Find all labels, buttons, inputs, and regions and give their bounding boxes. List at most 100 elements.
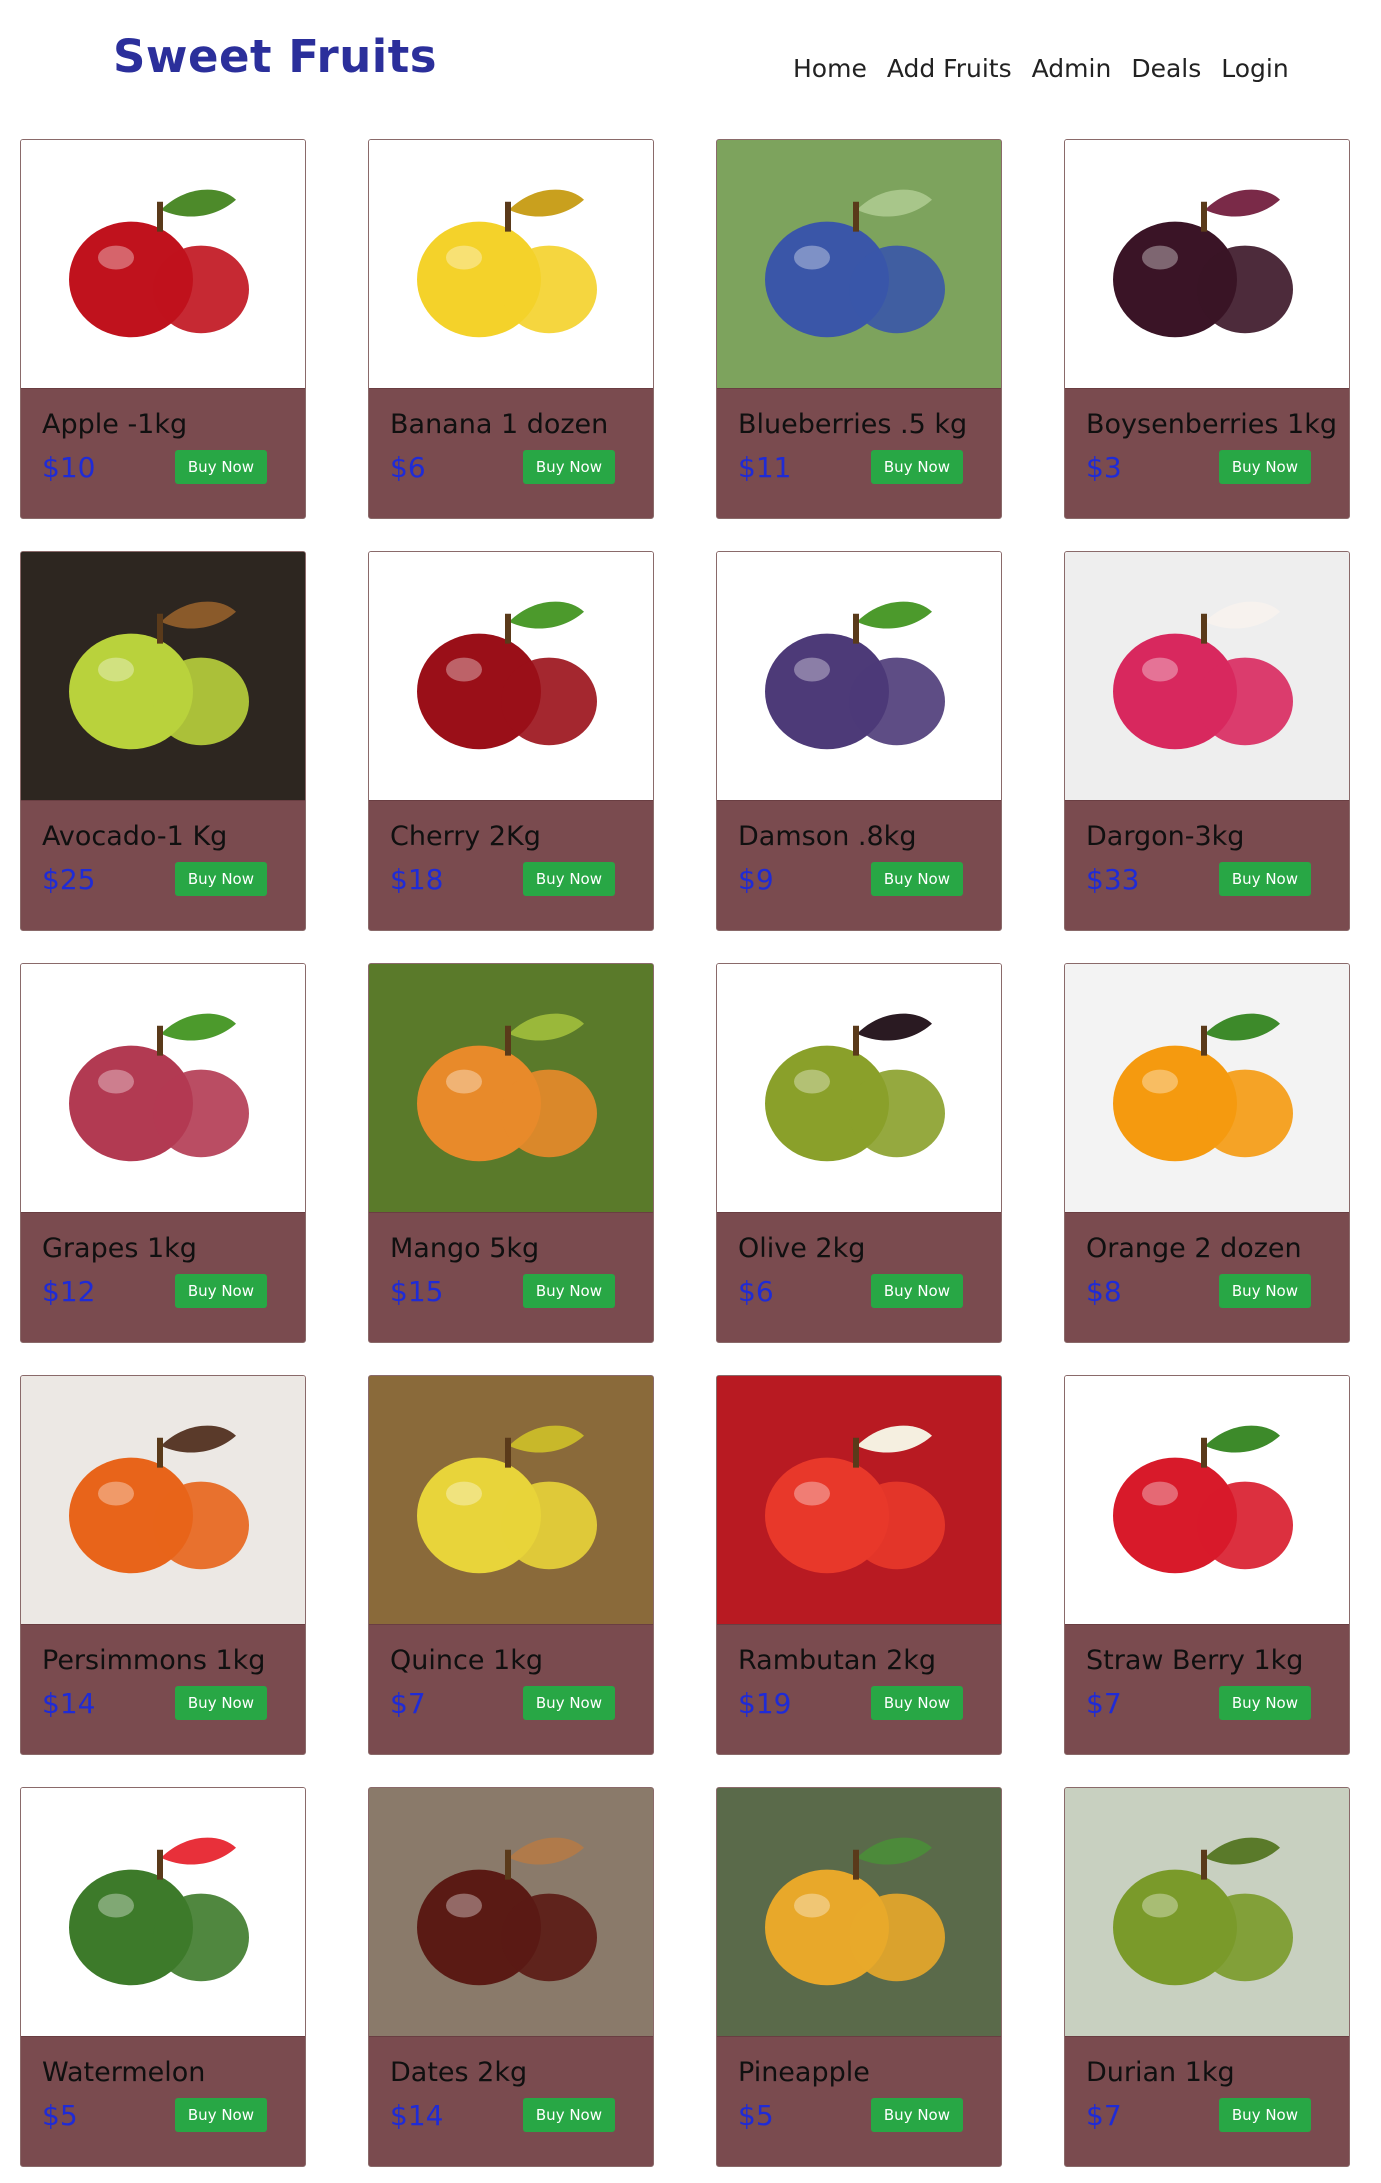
buy-now-button[interactable]: Buy Now (1218, 2098, 1311, 2132)
brand-logo[interactable]: Sweet Fruits (113, 30, 437, 83)
product-name: Mango 5kg (390, 1233, 540, 1264)
buy-now-button[interactable]: Buy Now (174, 1274, 267, 1308)
persimmon-icon[interactable] (21, 1376, 305, 1625)
buy-now-button[interactable]: Buy Now (1218, 1686, 1311, 1720)
buy-now-button[interactable]: Buy Now (1218, 450, 1311, 484)
price-row: $15 Buy Now (390, 1274, 632, 1308)
buy-now-button[interactable]: Buy Now (522, 862, 615, 896)
dragonfruit-icon[interactable] (1065, 552, 1349, 801)
product-price: $3 (1086, 450, 1122, 484)
product-info: Quince 1kg $7 Buy Now (369, 1625, 653, 1720)
product-card: Quince 1kg $7 Buy Now (368, 1375, 654, 1755)
price-row: $18 Buy Now (390, 862, 632, 896)
product-info: Grapes 1kg $12 Buy Now (21, 1213, 305, 1308)
boysenberries-icon[interactable] (1065, 140, 1349, 389)
buy-now-button[interactable]: Buy Now (522, 1274, 615, 1308)
product-info: Watermelon $5 Buy Now (21, 2037, 305, 2132)
mango-icon[interactable] (369, 964, 653, 1213)
buy-now-button[interactable]: Buy Now (522, 1686, 615, 1720)
nav-home[interactable]: Home (793, 54, 867, 83)
nav-login[interactable]: Login (1221, 54, 1288, 83)
product-info: Boysenberries 1kg $3 Buy Now (1065, 389, 1349, 484)
damson-icon[interactable] (717, 552, 1001, 801)
product-name: Straw Berry 1kg (1086, 1645, 1304, 1676)
buy-now-button[interactable]: Buy Now (870, 450, 963, 484)
price-row: $5 Buy Now (738, 2098, 980, 2132)
product-card: Dates 2kg $14 Buy Now (368, 1787, 654, 2167)
product-card: Avocado-1 Kg $25 Buy Now (20, 551, 306, 931)
product-info: Banana 1 dozen $6 Buy Now (369, 389, 653, 484)
watermelon-icon[interactable] (21, 1788, 305, 2037)
orange-icon[interactable] (1065, 964, 1349, 1213)
banana-icon[interactable] (369, 140, 653, 389)
product-name: Apple -1kg (42, 409, 188, 440)
product-name: Watermelon (42, 2057, 206, 2088)
product-info: Rambutan 2kg $19 Buy Now (717, 1625, 1001, 1720)
product-info: Durian 1kg $7 Buy Now (1065, 2037, 1349, 2132)
price-row: $8 Buy Now (1086, 1274, 1328, 1308)
product-name: Grapes 1kg (42, 1233, 197, 1264)
buy-now-button[interactable]: Buy Now (174, 2098, 267, 2132)
product-name: Rambutan 2kg (738, 1645, 937, 1676)
rambutan-icon[interactable] (717, 1376, 1001, 1625)
product-info: Avocado-1 Kg $25 Buy Now (21, 801, 305, 896)
nav-deals[interactable]: Deals (1131, 54, 1201, 83)
buy-now-button[interactable]: Buy Now (870, 1686, 963, 1720)
pineapple-icon[interactable] (717, 1788, 1001, 2037)
product-price: $7 (1086, 2098, 1122, 2132)
buy-now-button[interactable]: Buy Now (1218, 862, 1311, 896)
product-card: Cherry 2Kg $18 Buy Now (368, 551, 654, 931)
grapes-icon[interactable] (21, 964, 305, 1213)
price-row: $33 Buy Now (1086, 862, 1328, 896)
product-card: Apple -1kg $10 Buy Now (20, 139, 306, 519)
product-price: $7 (1086, 1686, 1122, 1720)
cherry-icon[interactable] (369, 552, 653, 801)
quince-icon[interactable] (369, 1376, 653, 1625)
product-name: Dargon-3kg (1086, 821, 1245, 852)
product-price: $6 (390, 450, 426, 484)
price-row: $6 Buy Now (390, 450, 632, 484)
buy-now-button[interactable]: Buy Now (522, 2098, 615, 2132)
olive-icon[interactable] (717, 964, 1001, 1213)
price-row: $25 Buy Now (42, 862, 284, 896)
durian-icon[interactable] (1065, 1788, 1349, 2037)
product-card: Blueberries .5 kg $11 Buy Now (716, 139, 1002, 519)
product-price: $5 (738, 2098, 774, 2132)
nav-add-fruits[interactable]: Add Fruits (887, 54, 1012, 83)
product-info: Orange 2 dozen $8 Buy Now (1065, 1213, 1349, 1308)
product-name: Durian 1kg (1086, 2057, 1235, 2088)
product-price: $11 (738, 450, 792, 484)
buy-now-button[interactable]: Buy Now (1218, 1274, 1311, 1308)
product-info: Mango 5kg $15 Buy Now (369, 1213, 653, 1308)
buy-now-button[interactable]: Buy Now (522, 450, 615, 484)
buy-now-button[interactable]: Buy Now (870, 2098, 963, 2132)
product-name: Quince 1kg (390, 1645, 543, 1676)
product-info: Persimmons 1kg $14 Buy Now (21, 1625, 305, 1720)
product-name: Olive 2kg (738, 1233, 866, 1264)
product-name: Cherry 2Kg (390, 821, 541, 852)
product-card: Persimmons 1kg $14 Buy Now (20, 1375, 306, 1755)
avocado-icon[interactable] (21, 552, 305, 801)
apple-icon[interactable] (21, 140, 305, 389)
price-row: $7 Buy Now (390, 1686, 632, 1720)
product-info: Dates 2kg $14 Buy Now (369, 2037, 653, 2132)
product-grid: Apple -1kg $10 Buy Now Banana 1 dozen $6 Buy … (20, 139, 1350, 2167)
price-row: $7 Buy Now (1086, 2098, 1328, 2132)
dates-icon[interactable] (369, 1788, 653, 2037)
nav-admin[interactable]: Admin (1032, 54, 1112, 83)
price-row: $7 Buy Now (1086, 1686, 1328, 1720)
buy-now-button[interactable]: Buy Now (174, 1686, 267, 1720)
buy-now-button[interactable]: Buy Now (870, 862, 963, 896)
buy-now-button[interactable]: Buy Now (870, 1274, 963, 1308)
price-row: $19 Buy Now (738, 1686, 980, 1720)
strawberry-icon[interactable] (1065, 1376, 1349, 1625)
price-row: $5 Buy Now (42, 2098, 284, 2132)
blueberries-icon[interactable] (717, 140, 1001, 389)
buy-now-button[interactable]: Buy Now (174, 862, 267, 896)
product-name: Boysenberries 1kg (1086, 409, 1338, 440)
buy-now-button[interactable]: Buy Now (174, 450, 267, 484)
product-card: Banana 1 dozen $6 Buy Now (368, 139, 654, 519)
product-card: Boysenberries 1kg $3 Buy Now (1064, 139, 1350, 519)
product-name: Damson .8kg (738, 821, 917, 852)
price-row: $9 Buy Now (738, 862, 980, 896)
